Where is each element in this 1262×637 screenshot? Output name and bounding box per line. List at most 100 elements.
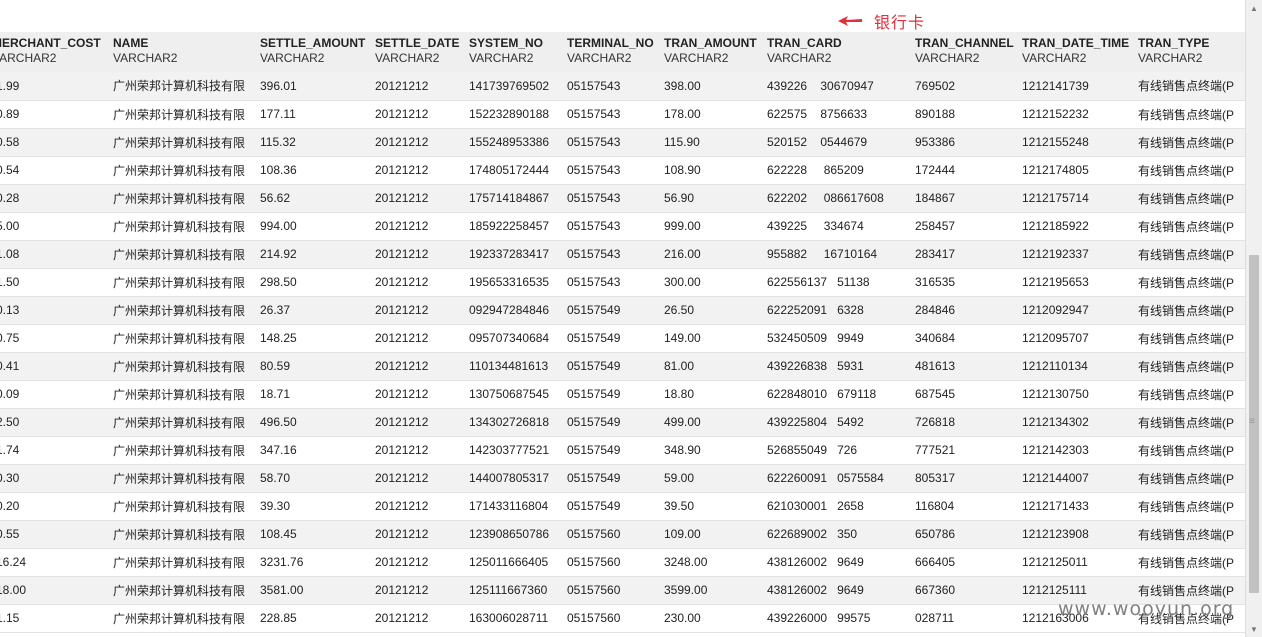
table-row[interactable]: 16.24 广州荣邦计算机科技有限 3231.76 20121212 125011666… [0,548,1245,577]
table-cell[interactable]: 05157543 [561,240,658,269]
table-cell[interactable]: 1212130750 [1016,380,1132,409]
table-cell[interactable]: 56.62 [254,184,369,213]
table-cell[interactable]: 130750687545 [463,380,561,409]
table-cell[interactable]: 05157560 [561,604,658,633]
table-cell[interactable]: 228.85 [254,604,369,633]
table-cell[interactable]: 05157560 [561,576,658,605]
table-cell[interactable]: 05157543 [561,268,658,297]
table-cell[interactable]: 3581.00 [254,576,369,605]
table-row[interactable]: 0.20 广州荣邦计算机科技有限 39.30 20121212 171433116804… [0,492,1245,521]
table-cell[interactable]: 192337283417 [463,240,561,269]
table-cell[interactable]: 0.58 [0,128,107,157]
table-cell[interactable]: 108.36 [254,156,369,185]
table-cell[interactable]: 26.37 [254,296,369,325]
table-cell[interactable]: 39.50 [658,492,761,521]
table-row[interactable]: 0.75 广州荣邦计算机科技有限 148.25 20121212 09570734068… [0,324,1245,353]
table-cell[interactable]: 广州荣邦计算机科技有限 [107,352,254,381]
table-cell[interactable]: 1212192337 [1016,240,1132,269]
column-header[interactable]: TRAN_CARD VARCHAR2 [761,32,909,72]
table-cell[interactable]: 05157560 [561,548,658,577]
table-cell[interactable]: 178.00 [658,100,761,129]
table-cell[interactable]: 1212171433 [1016,492,1132,521]
table-cell[interactable]: 095707340684 [463,324,561,353]
table-cell[interactable]: 1212174805 [1016,156,1132,185]
table-cell[interactable]: 1212195653 [1016,268,1132,297]
table-cell[interactable]: 05157543 [561,100,658,129]
table-cell[interactable]: 05157543 [561,212,658,241]
table-cell[interactable]: 有线销售点终端(P [1132,212,1245,241]
table-cell[interactable]: 144007805317 [463,464,561,493]
table-cell[interactable]: 20121212 [369,156,463,185]
table-cell[interactable]: 283417 [909,240,1016,269]
table-cell[interactable]: 300.00 [658,268,761,297]
table-cell[interactable]: 20121212 [369,128,463,157]
table-cell[interactable]: 05157549 [561,492,658,521]
table-cell[interactable]: 687545 [909,380,1016,409]
table-cell[interactable]: 广州荣邦计算机科技有限 [107,240,254,269]
table-cell[interactable]: 148.25 [254,324,369,353]
table-cell[interactable]: 149.00 [658,324,761,353]
table-row[interactable]: 1.08 广州荣邦计算机科技有限 214.92 20121212 19233728341… [0,240,1245,269]
table-cell[interactable]: 广州荣邦计算机科技有限 [107,492,254,521]
table-cell[interactable]: 999.00 [658,212,761,241]
table-cell[interactable]: 05157549 [561,296,658,325]
table-cell[interactable]: 258457 [909,212,1016,241]
table-cell[interactable]: 1212092947 [1016,296,1132,325]
table-cell[interactable]: 05157543 [561,184,658,213]
table-cell[interactable]: 有线销售点终端(P [1132,72,1245,101]
table-cell[interactable]: 20121212 [369,240,463,269]
table-cell[interactable]: 0.89 [0,100,107,129]
table-cell[interactable]: 171433116804 [463,492,561,521]
table-cell[interactable]: 20121212 [369,436,463,465]
table-row[interactable]: 1.74 广州荣邦计算机科技有限 347.16 20121212 14230377752… [0,436,1245,465]
table-cell[interactable]: 有线销售点终端(P [1132,128,1245,157]
table-cell[interactable]: 广州荣邦计算机科技有限 [107,212,254,241]
table-cell[interactable]: 666405 [909,548,1016,577]
table-cell[interactable]: 20121212 [369,492,463,521]
table-cell[interactable]: 广州荣邦计算机科技有限 [107,72,254,101]
table-cell[interactable]: 广州荣邦计算机科技有限 [107,436,254,465]
table-cell[interactable]: 05157549 [561,324,658,353]
table-cell[interactable]: 20121212 [369,520,463,549]
table-cell[interactable]: 499.00 [658,408,761,437]
column-header[interactable]: TRAN_TYPE VARCHAR2 [1132,32,1245,72]
table-cell[interactable]: 163006028711 [463,604,561,633]
table-cell[interactable]: 142303777521 [463,436,561,465]
table-cell[interactable]: 有线销售点终端(P [1132,520,1245,549]
table-cell[interactable]: 广州荣邦计算机科技有限 [107,380,254,409]
table-row[interactable]: 0.54 广州荣邦计算机科技有限 108.36 20121212 17480517244… [0,156,1245,185]
table-cell[interactable]: 890188 [909,100,1016,129]
table-row[interactable]: 0.55 广州荣邦计算机科技有限 108.45 20121212 12390865078… [0,520,1245,549]
table-cell[interactable]: 650786 [909,520,1016,549]
table-cell[interactable]: 141739769502 [463,72,561,101]
table-cell[interactable]: 125011666405 [463,548,561,577]
table-cell[interactable]: 110134481613 [463,352,561,381]
table-cell[interactable]: 216.00 [658,240,761,269]
table-cell[interactable]: 481613 [909,352,1016,381]
table-cell[interactable]: 05157543 [561,156,658,185]
table-cell[interactable]: 175714184867 [463,184,561,213]
table-cell[interactable]: 0.30 [0,464,107,493]
column-header[interactable]: SYSTEM_NO VARCHAR2 [463,32,561,72]
table-cell[interactable]: 994.00 [254,212,369,241]
table-cell[interactable]: 777521 [909,436,1016,465]
table-cell[interactable]: 1.74 [0,436,107,465]
table-cell[interactable]: 667360 [909,576,1016,605]
table-cell[interactable]: 1212152232 [1016,100,1132,129]
table-cell[interactable]: 3231.76 [254,548,369,577]
table-cell[interactable]: 20121212 [369,72,463,101]
table-cell[interactable]: 广州荣邦计算机科技有限 [107,408,254,437]
table-row[interactable]: 0.28 广州荣邦计算机科技有限 56.62 20121212 175714184867… [0,184,1245,213]
table-row[interactable]: 5.00 广州荣邦计算机科技有限 994.00 20121212 18592225845… [0,212,1245,241]
table-cell[interactable]: 230.00 [658,604,761,633]
table-row[interactable]: 1.99 广州荣邦计算机科技有限 396.01 20121212 14173976950… [0,72,1245,101]
table-cell[interactable]: 20121212 [369,576,463,605]
vertical-scrollbar[interactable]: ▲ ▼ [1245,0,1262,637]
table-cell[interactable]: 有线销售点终端(P [1132,184,1245,213]
table-cell[interactable]: 3599.00 [658,576,761,605]
table-cell[interactable]: 1212185922 [1016,212,1132,241]
table-cell[interactable]: 26.50 [658,296,761,325]
table-cell[interactable]: 214.92 [254,240,369,269]
table-cell[interactable]: 有线销售点终端(P [1132,240,1245,269]
column-header[interactable]: TRAN_CHANNEL VARCHAR2 [909,32,1016,72]
